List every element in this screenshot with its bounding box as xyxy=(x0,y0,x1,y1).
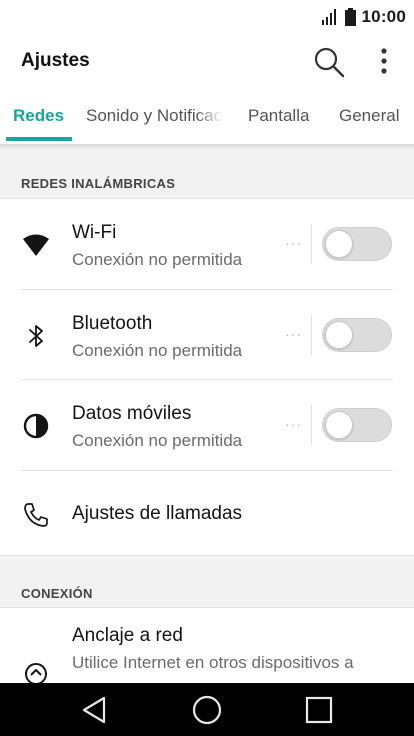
row-title: Ajustes de llamadas xyxy=(72,503,243,524)
settings-row-wifi[interactable]: Wi-Fi Conexión no permitida ··· xyxy=(0,199,414,290)
status-indicators: 10:00 xyxy=(321,6,406,28)
toggle-knob xyxy=(325,411,353,439)
row-separator xyxy=(311,224,312,264)
row-subtitle: Utilice Internet en otros dispositivos a xyxy=(72,653,354,672)
toggle-knob xyxy=(325,230,353,258)
signal-icon xyxy=(321,9,336,25)
section-header-wireless: REDES INALÁMBRICAS xyxy=(0,150,414,199)
mobile-data-toggle[interactable] xyxy=(322,408,392,442)
row-title: Datos móviles xyxy=(72,403,192,424)
row-title: Bluetooth xyxy=(72,313,153,334)
active-tab-indicator xyxy=(6,137,72,141)
settings-row-mobile-data[interactable]: Datos móviles Conexión no permitida ··· xyxy=(0,380,414,471)
row-title: Wi-Fi xyxy=(72,222,117,243)
bluetooth-toggle[interactable] xyxy=(322,318,392,352)
settings-row-tethering[interactable]: Anclaje a red Utilice Internet en otros … xyxy=(0,608,414,683)
tab-general[interactable]: General xyxy=(339,106,399,126)
tab-pantalla[interactable]: Pantalla xyxy=(248,106,309,126)
settings-row-bluetooth[interactable]: Bluetooth Conexión no permitida ··· xyxy=(0,290,414,380)
status-time: 10:00 xyxy=(361,7,406,26)
section-title-connection: CONEXIÓN xyxy=(21,586,93,601)
app-bar: Ajustes xyxy=(0,34,414,90)
row-subtitle: Conexión no permitida xyxy=(72,341,243,360)
home-icon[interactable] xyxy=(190,693,224,727)
row-subtitle: Conexión no permitida xyxy=(72,431,243,450)
row-title: Anclaje a red xyxy=(72,625,183,646)
wifi-icon xyxy=(23,234,49,256)
row-more-dots: ··· xyxy=(285,416,302,432)
more-vert-icon[interactable] xyxy=(372,46,396,78)
tab-redes[interactable]: Redes xyxy=(13,106,64,126)
wifi-toggle[interactable] xyxy=(322,227,392,261)
row-more-dots: ··· xyxy=(285,235,302,251)
row-separator xyxy=(311,315,312,355)
recent-apps-icon[interactable] xyxy=(302,693,336,727)
search-icon[interactable] xyxy=(313,46,345,78)
navigation-bar xyxy=(0,683,414,736)
tethering-icon xyxy=(25,663,47,683)
battery-icon xyxy=(344,8,356,26)
row-subtitle: Conexión no permitida xyxy=(72,250,243,269)
bluetooth-icon xyxy=(29,325,43,347)
page-title: Ajustes xyxy=(21,50,90,71)
tab-fade xyxy=(196,94,232,144)
status-bar: 10:00 xyxy=(0,0,414,34)
section-title-wireless: REDES INALÁMBRICAS xyxy=(21,176,176,191)
settings-row-call-settings[interactable]: Ajustes de llamadas xyxy=(0,471,414,555)
phone-icon xyxy=(24,503,48,527)
row-more-dots: ··· xyxy=(285,326,302,342)
back-icon[interactable] xyxy=(78,693,112,727)
tab-bar: Redes Sonido y Notificaciones Pantalla G… xyxy=(0,94,414,144)
mobile-data-icon xyxy=(23,413,49,439)
toggle-knob xyxy=(325,321,353,349)
row-separator xyxy=(311,405,312,445)
section-header-connection: CONEXIÓN xyxy=(0,555,414,608)
